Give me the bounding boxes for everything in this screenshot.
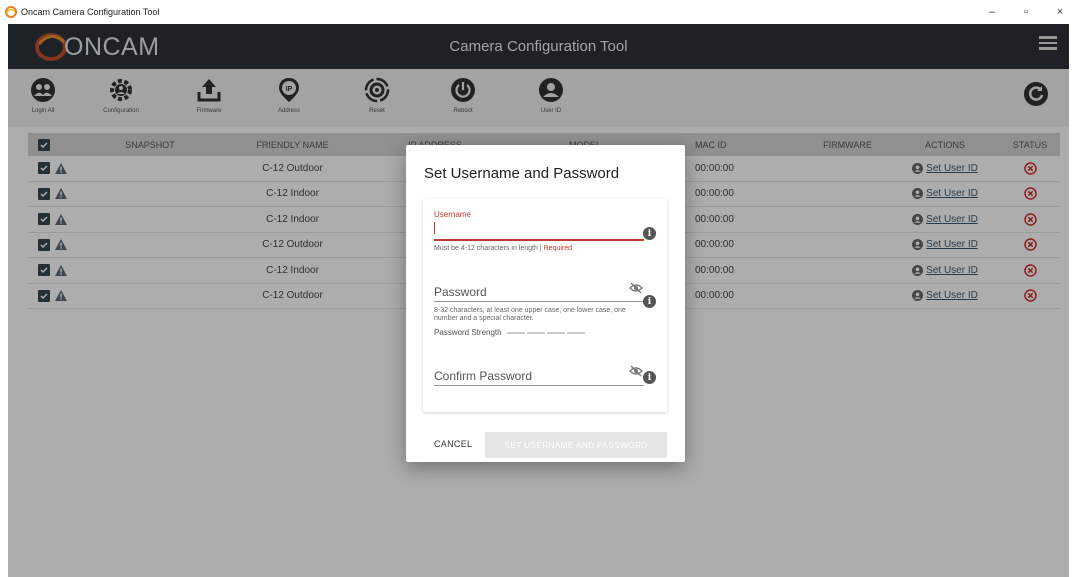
app-icon bbox=[5, 6, 17, 18]
dialog-form-card: Username i Must be 4-12 characters in le… bbox=[423, 199, 667, 412]
password-strength-label: Password Strength bbox=[434, 328, 502, 337]
info-icon[interactable]: i bbox=[643, 227, 656, 240]
window-title-bar: Oncam Camera Configuration Tool – ▫ × bbox=[0, 0, 1077, 24]
password-strength: Password Strength bbox=[434, 328, 585, 337]
confirm-password-underline bbox=[434, 385, 644, 386]
info-icon[interactable]: i bbox=[643, 371, 656, 384]
window-title: Oncam Camera Configuration Tool bbox=[21, 7, 160, 17]
minimize-button[interactable]: – bbox=[975, 0, 1009, 24]
username-underline bbox=[434, 239, 644, 241]
username-label: Username bbox=[434, 210, 471, 219]
hide-password-eye-icon[interactable] bbox=[629, 365, 643, 377]
password-input[interactable]: Password bbox=[434, 285, 487, 299]
info-icon[interactable]: i bbox=[643, 295, 656, 308]
hide-password-eye-icon[interactable] bbox=[629, 282, 643, 294]
required-text: Required bbox=[543, 245, 573, 252]
maximize-button[interactable]: ▫ bbox=[1009, 0, 1043, 24]
username-input[interactable] bbox=[434, 222, 435, 234]
username-help: Must be 4-12 characters in length | Requ… bbox=[434, 245, 573, 252]
password-underline bbox=[434, 301, 644, 302]
password-strength-meter bbox=[506, 331, 585, 334]
close-window-button[interactable]: × bbox=[1043, 0, 1077, 24]
dialog-actions: CANCEL SET USERNAME AND PASSWORD bbox=[406, 432, 685, 458]
confirm-password-input[interactable]: Confirm Password bbox=[434, 369, 532, 383]
dialog-title: Set Username and Password bbox=[424, 165, 620, 182]
password-help: 8-32 characters, at least one upper case… bbox=[434, 307, 626, 322]
set-username-password-dialog: Set Username and Password Username i Mus… bbox=[406, 145, 685, 462]
set-username-password-button[interactable]: SET USERNAME AND PASSWORD bbox=[485, 432, 667, 458]
cancel-button[interactable]: CANCEL bbox=[434, 439, 472, 449]
